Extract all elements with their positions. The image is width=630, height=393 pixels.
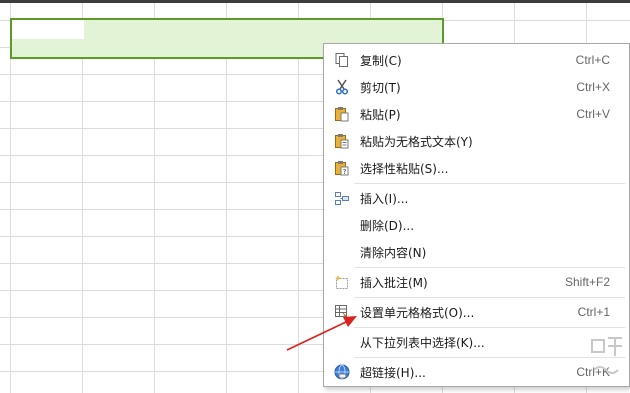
menu-separator bbox=[354, 183, 625, 184]
insert-icon bbox=[333, 189, 351, 207]
menu-separator bbox=[354, 327, 625, 328]
menu-separator bbox=[354, 357, 625, 358]
menu-item-cut[interactable]: 剪切(T) Ctrl+X bbox=[325, 74, 628, 100]
menu-item-label: 超链接(H)... bbox=[360, 365, 426, 380]
menu-item-copy[interactable]: 复制(C) Ctrl+C bbox=[325, 47, 628, 73]
menu-item-shortcut: Ctrl+V bbox=[576, 107, 610, 121]
menu-item-shortcut: Ctrl+X bbox=[576, 80, 610, 94]
watermark-logo bbox=[591, 337, 622, 374]
scissors-icon bbox=[333, 78, 351, 96]
menu-item-label: 复制(C) bbox=[360, 53, 402, 68]
menu-item-paste[interactable]: 粘贴(P) Ctrl+V bbox=[325, 101, 628, 127]
paste-icon bbox=[333, 105, 351, 123]
menu-item-hyperlink[interactable]: 超链接(H)... Ctrl+K bbox=[325, 359, 628, 385]
menu-separator bbox=[354, 297, 625, 298]
menu-item-label: 粘贴(P) bbox=[360, 107, 401, 122]
context-menu: 复制(C) Ctrl+C 剪切(T) Ctrl+X 粘贴(P) Ctrl+V 粘… bbox=[323, 43, 630, 387]
paste-plain-text-icon bbox=[333, 132, 351, 150]
menu-item-shortcut: Ctrl+C bbox=[575, 53, 610, 67]
menu-item-label: 插入批注(M) bbox=[360, 275, 428, 290]
menu-item-label: 粘贴为无格式文本(Y) bbox=[360, 134, 473, 149]
menu-item-pick-from-dropdown[interactable]: 从下拉列表中选择(K)... bbox=[325, 329, 628, 355]
menu-item-insert[interactable]: 插入(I)... bbox=[325, 185, 628, 211]
menu-item-insert-comment[interactable]: 插入批注(M) Shift+F2 bbox=[325, 269, 628, 295]
active-cell[interactable] bbox=[12, 20, 84, 39]
menu-item-label: 选择性粘贴(S)... bbox=[360, 161, 449, 176]
menu-separator bbox=[354, 267, 625, 268]
format-cells-icon bbox=[333, 303, 351, 321]
menu-item-shortcut: Shift+F2 bbox=[564, 275, 610, 289]
menu-item-format-cells[interactable]: 设置单元格格式(O)... Ctrl+1 bbox=[325, 299, 628, 325]
menu-item-label: 从下拉列表中选择(K)... bbox=[360, 335, 485, 350]
menu-item-paste-special[interactable]: ? 选择性粘贴(S)... bbox=[325, 155, 628, 181]
menu-item-label: 剪切(T) bbox=[360, 80, 401, 95]
menu-item-label: 插入(I)... bbox=[360, 191, 409, 206]
paste-special-icon: ? bbox=[333, 159, 351, 177]
menu-item-shortcut: Ctrl+1 bbox=[577, 305, 610, 319]
hyperlink-icon bbox=[333, 363, 351, 381]
menu-item-delete[interactable]: 删除(D)... bbox=[325, 212, 628, 238]
menu-item-label: 设置单元格格式(O)... bbox=[360, 305, 475, 320]
svg-text:?: ? bbox=[343, 168, 347, 176]
menu-item-paste-plain-text[interactable]: 粘贴为无格式文本(Y) bbox=[325, 128, 628, 154]
menu-item-clear-contents[interactable]: 清除内容(N) bbox=[325, 239, 628, 265]
menu-item-label: 删除(D)... bbox=[360, 218, 415, 233]
insert-comment-icon bbox=[333, 273, 351, 291]
menu-item-label: 清除内容(N) bbox=[360, 245, 427, 260]
copy-icon bbox=[333, 51, 351, 69]
